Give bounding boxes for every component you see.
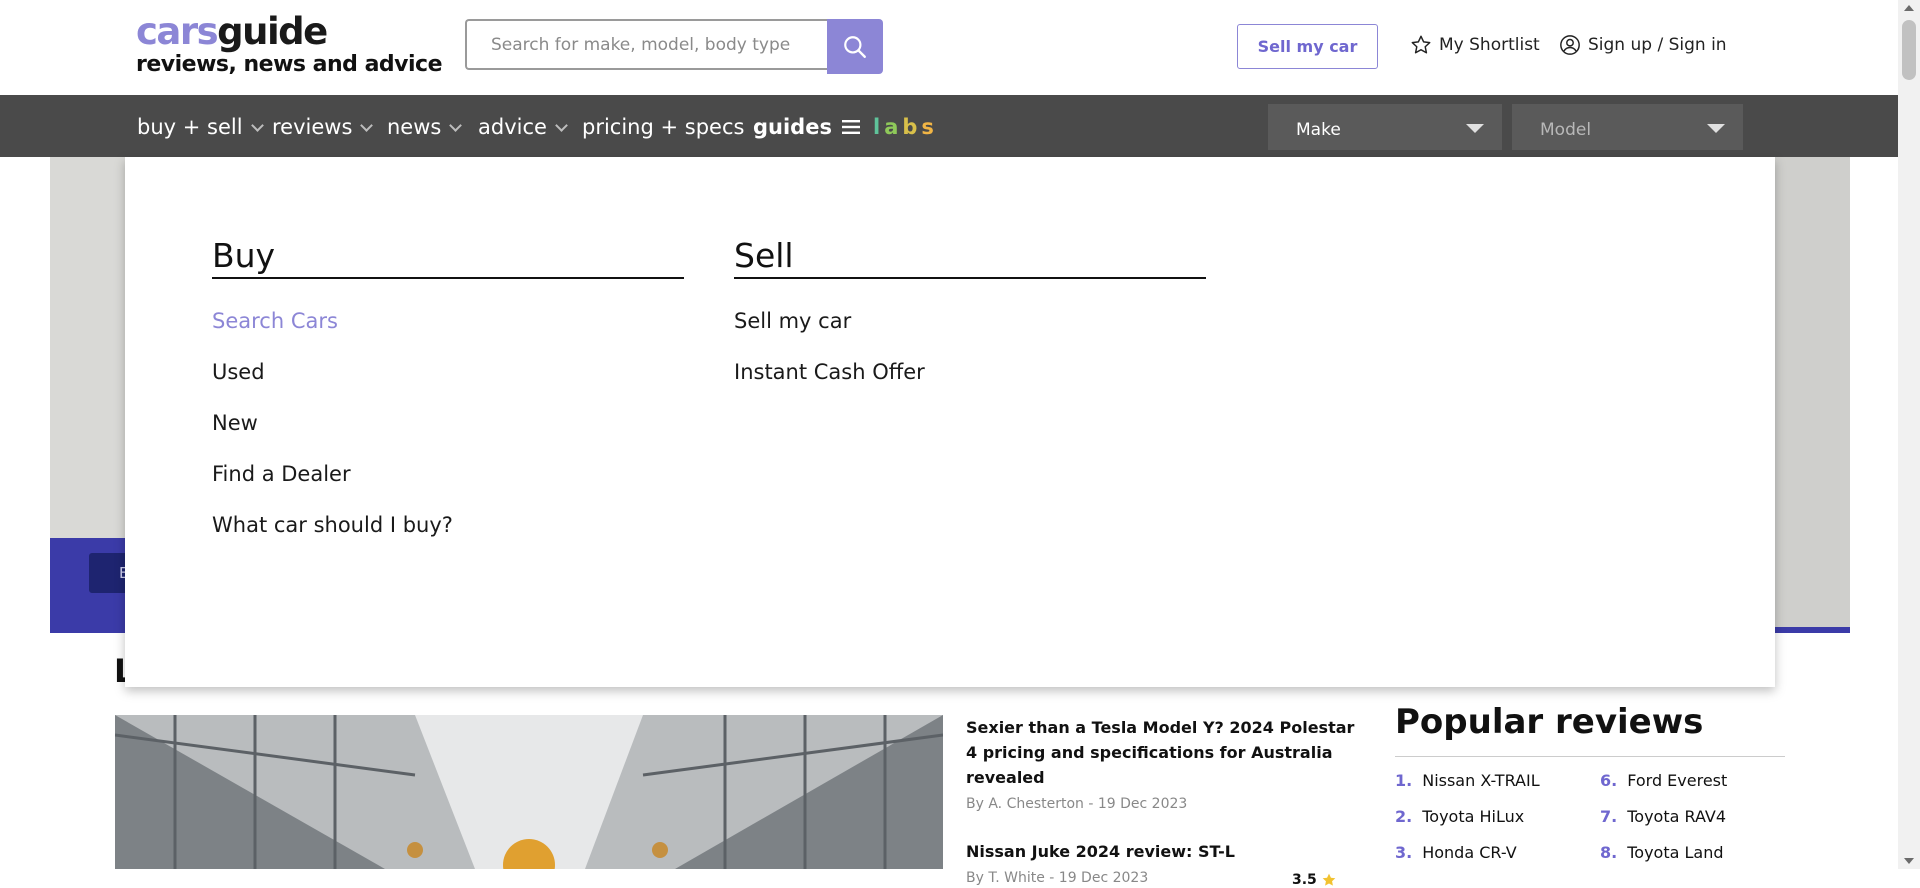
nav-guides[interactable]: guides xyxy=(753,115,860,139)
menu-link-sell-my-car[interactable]: Sell my car xyxy=(734,307,1206,358)
nav-guides-label: guides xyxy=(753,115,832,139)
popular-review-name: Honda CR-V xyxy=(1422,843,1517,862)
article-meta: By A. Chesterton - 19 Dec 2023 xyxy=(966,796,1188,812)
logo-wordmark: carsguide xyxy=(136,12,442,52)
article-item[interactable]: Nissan Juke 2024 review: ST-L By T. Whit… xyxy=(966,839,1356,888)
menu-link-find-a-dealer[interactable]: Find a Dealer xyxy=(212,460,684,511)
labs-letter: b xyxy=(902,115,918,139)
user-circle-icon xyxy=(1560,35,1580,55)
rating-value: 3.5 xyxy=(1292,872,1317,888)
popular-reviews-heading: Popular reviews xyxy=(1395,702,1785,757)
nav-pricing-specs[interactable]: pricing + specs xyxy=(582,115,744,139)
sell-links: Sell my car Instant Cash Offer xyxy=(734,307,1206,409)
nav-buy-sell[interactable]: buy + sell xyxy=(137,115,264,139)
popular-review-name: Nissan X-TRAIL xyxy=(1422,771,1540,790)
rating-star-icon xyxy=(1322,873,1336,886)
chevron-down-icon xyxy=(360,118,374,132)
nav-news-label: news xyxy=(387,115,442,139)
scroll-down-arrow-icon[interactable] xyxy=(1904,858,1914,864)
scroll-up-arrow-icon[interactable] xyxy=(1904,5,1914,11)
popular-review-name: Ford Everest xyxy=(1627,771,1728,790)
article-item[interactable]: Sexier than a Tesla Model Y? 2024 Polest… xyxy=(966,715,1356,812)
search-bar xyxy=(465,19,883,74)
article-rating: 3.5 xyxy=(1292,872,1337,888)
hero-promo-button[interactable]: E xyxy=(89,553,129,593)
menu-link-new[interactable]: New xyxy=(212,409,684,460)
search-input[interactable] xyxy=(465,19,827,70)
star-icon xyxy=(1411,35,1431,54)
popular-review-rank: 7. xyxy=(1600,807,1618,826)
nav-pricing-specs-label: pricing + specs xyxy=(582,115,745,139)
nav-reviews-label: reviews xyxy=(272,115,353,139)
menu-link-what-car-should-i-buy[interactable]: What car should I buy? xyxy=(212,511,684,562)
model-select[interactable]: Model xyxy=(1512,104,1743,150)
page-scrollbar[interactable] xyxy=(1898,0,1920,869)
popular-review-name: Toyota Land xyxy=(1627,843,1724,862)
sign-in-label: Sign up / Sign in xyxy=(1588,35,1727,55)
hero-banner-edge xyxy=(1775,157,1850,633)
latest-articles: Sexier than a Tesla Model Y? 2024 Polest… xyxy=(966,715,1356,888)
menu-link-search-cars[interactable]: Search Cars xyxy=(212,307,684,358)
nav-news[interactable]: news xyxy=(387,115,463,139)
site-header: carsguide reviews, news and advice Sell … xyxy=(0,0,1898,95)
buy-links: Search Cars Used New Find a Dealer What … xyxy=(212,307,684,562)
buy-sell-mega-menu: Buy Search Cars Used New Find a Dealer W… xyxy=(125,157,1775,687)
labs-letter: a xyxy=(884,115,899,139)
popular-review-rank: 6. xyxy=(1600,771,1618,790)
hero-promo-button-letter: E xyxy=(119,564,129,582)
popular-review-rank: 2. xyxy=(1395,807,1413,826)
popular-review-item[interactable]: 3. Honda CR-V xyxy=(1395,843,1517,862)
popular-review-item[interactable]: 7. Toyota RAV4 xyxy=(1600,807,1726,826)
buy-heading: Buy xyxy=(212,237,684,279)
chevron-down-icon xyxy=(449,118,463,132)
menu-link-used[interactable]: Used xyxy=(212,358,684,409)
popular-review-rank: 3. xyxy=(1395,843,1413,862)
search-icon xyxy=(844,35,866,58)
popular-review-item[interactable]: 2. Toyota HiLux xyxy=(1395,807,1524,826)
chevron-down-icon xyxy=(555,118,568,132)
crash-test-tunnel-image xyxy=(115,715,943,869)
popular-review-item[interactable]: 6. Ford Everest xyxy=(1600,771,1727,790)
popular-review-item[interactable]: 8. Toyota Land xyxy=(1600,843,1724,862)
logo-guide: guide xyxy=(217,10,328,53)
sell-column: Sell Sell my car Instant Cash Offer xyxy=(734,237,1206,409)
site-logo[interactable]: carsguide reviews, news and advice xyxy=(136,12,443,78)
my-shortlist-link[interactable]: My Shortlist xyxy=(1410,34,1540,56)
nav-labs[interactable]: labs xyxy=(873,115,934,139)
chevron-down-icon xyxy=(250,118,264,132)
article-image[interactable] xyxy=(115,715,943,869)
menu-link-instant-cash-offer[interactable]: Instant Cash Offer xyxy=(734,358,1206,409)
make-select[interactable]: Make xyxy=(1268,104,1502,150)
popular-review-name: Toyota RAV4 xyxy=(1627,807,1726,826)
sign-in-link[interactable]: Sign up / Sign in xyxy=(1559,34,1727,56)
logo-tagline: reviews, news and advice xyxy=(136,52,443,77)
popular-review-item[interactable]: 1. Nissan X-TRAIL xyxy=(1395,771,1540,790)
nav-reviews[interactable]: reviews xyxy=(272,115,374,139)
make-select-label: Make xyxy=(1296,120,1341,140)
article-title[interactable]: Sexier than a Tesla Model Y? 2024 Polest… xyxy=(966,715,1356,790)
sell-my-car-button[interactable]: Sell my car xyxy=(1237,24,1378,69)
nav-advice[interactable]: advice xyxy=(478,115,568,139)
popular-review-name: Toyota HiLux xyxy=(1422,807,1525,826)
search-button[interactable] xyxy=(827,19,883,74)
my-shortlist-label: My Shortlist xyxy=(1439,35,1540,55)
nav-buy-sell-label: buy + sell xyxy=(137,115,243,139)
sell-heading: Sell xyxy=(734,237,1206,279)
caret-down-icon xyxy=(1466,124,1484,133)
nav-advice-label: advice xyxy=(478,115,547,139)
buy-column: Buy Search Cars Used New Find a Dealer W… xyxy=(212,237,684,562)
hamburger-icon xyxy=(841,120,860,134)
logo-cars: cars xyxy=(136,10,219,53)
labs-letter: s xyxy=(921,115,934,139)
caret-down-icon xyxy=(1707,124,1725,133)
model-select-label: Model xyxy=(1540,120,1592,140)
scrollbar-thumb[interactable] xyxy=(1902,20,1916,80)
popular-review-rank: 8. xyxy=(1600,843,1618,862)
labs-letter: l xyxy=(873,115,881,139)
popular-review-rank: 1. xyxy=(1395,771,1413,790)
popular-reviews: Popular reviews 1. Nissan X-TRAIL 2. Toyot… xyxy=(1395,702,1785,862)
article-title[interactable]: Nissan Juke 2024 review: ST-L xyxy=(966,839,1356,864)
